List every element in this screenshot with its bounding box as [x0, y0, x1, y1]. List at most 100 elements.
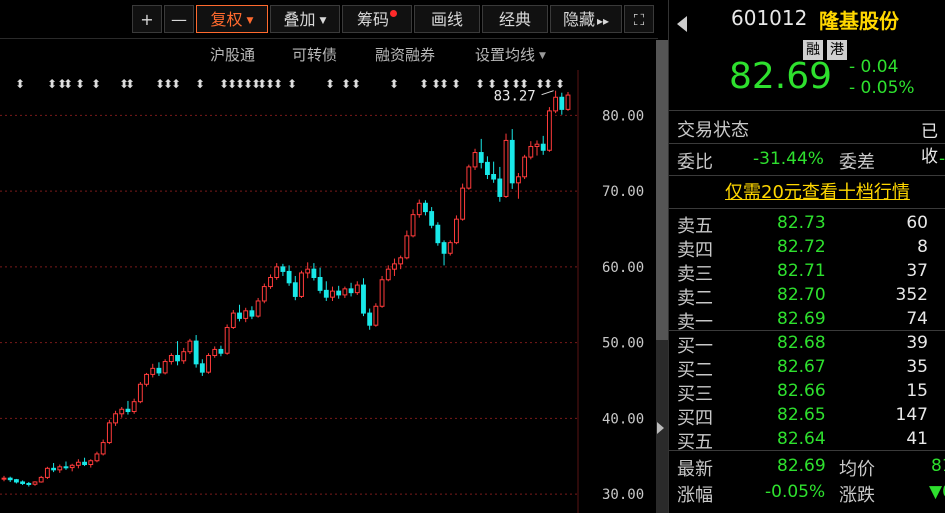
level-volume: 41: [906, 429, 928, 449]
sell-row[interactable]: 卖三 82.71 37: [669, 260, 945, 285]
pct-value: -0.05%: [765, 482, 826, 502]
candle-body: [466, 166, 472, 189]
level-price: 82.64: [777, 429, 826, 449]
fuquan-dropdown[interactable]: 复权 ▼: [196, 5, 268, 33]
hgt-link[interactable]: 沪股通: [210, 44, 255, 65]
zoom-out-button[interactable]: —: [164, 5, 194, 33]
weibi-label: 委比: [677, 152, 713, 173]
diejia-dropdown[interactable]: 叠加 ▼: [270, 5, 340, 33]
candle-body: [441, 242, 447, 254]
candle-body: [565, 94, 571, 110]
y-tick-label: 40.00: [602, 411, 644, 427]
candle-body: [398, 257, 404, 265]
level-price: 82.68: [777, 333, 826, 353]
buy-row[interactable]: 买五 82.64 41: [669, 428, 945, 453]
level-name: 卖三: [677, 264, 713, 285]
event-marker: ⬍: [475, 77, 485, 91]
candle-body: [503, 139, 509, 197]
expand-arrow-icon[interactable]: [657, 422, 664, 434]
event-marker: ⬍: [439, 77, 449, 91]
event-marker: ⬍: [75, 77, 85, 91]
buy-row[interactable]: 买一 82.68 39: [669, 332, 945, 357]
candle-body: [522, 156, 528, 178]
candle-body: [131, 401, 137, 413]
minus-icon: —: [171, 10, 187, 29]
yincang-button[interactable]: 隐藏 ▸▸: [550, 5, 622, 33]
candle-body: [38, 476, 44, 483]
event-marker: ⬍: [125, 77, 135, 91]
divider: [669, 330, 945, 331]
fullscreen-icon: ⛶: [633, 11, 645, 29]
level-name: 卖五: [677, 216, 713, 237]
candle-body: [7, 477, 13, 481]
ma-settings-dropdown[interactable]: 设置均线 ▼: [475, 44, 546, 65]
event-marker: ⬍: [47, 77, 57, 91]
zhangdie-value: ▼0: [929, 482, 945, 502]
buy-row[interactable]: 买三 82.66 15: [669, 380, 945, 405]
huaxian-label: 画线: [430, 10, 463, 29]
level-name: 买四: [677, 408, 713, 429]
event-marker: ⬍: [91, 77, 101, 91]
candle-body: [1, 477, 7, 480]
sell-row[interactable]: 卖四 82.72 8: [669, 236, 945, 261]
fullscreen-button[interactable]: ⛶: [624, 5, 654, 33]
candle-body: [534, 143, 540, 147]
quote-panel: 601012 隆基股份 融 港 82.69 - 0.04 - 0.05% 交易状…: [668, 0, 945, 513]
kzz-link[interactable]: 可转债: [292, 44, 337, 65]
y-tick-label: 50.00: [602, 336, 644, 352]
chart-subbar: 沪股通 可转债 融资融券 设置均线 ▼: [0, 42, 658, 68]
buy-row[interactable]: 买二 82.67 35: [669, 356, 945, 381]
candle-body: [286, 270, 292, 284]
candle-body: [268, 276, 273, 288]
sell-row[interactable]: 卖一 82.69 74: [669, 308, 945, 333]
back-arrow-icon[interactable]: [677, 16, 687, 32]
chart-scrollbar[interactable]: [656, 40, 668, 513]
candle-body: [472, 152, 478, 168]
ten-level-quote-link[interactable]: 仅需20元查看十档行情: [725, 178, 910, 204]
candle-body: [404, 235, 410, 259]
candle-body: [193, 340, 199, 365]
level-volume: 60: [906, 213, 928, 233]
event-marker: ⬍: [419, 77, 429, 91]
chart-toolbar: + — 复权 ▼ 叠加 ▼ 筹码 画线 经典 隐藏 ▸▸ ⛶: [0, 0, 658, 39]
level-price: 82.65: [777, 405, 826, 425]
candle-body: [94, 453, 100, 462]
candle-body: [342, 288, 348, 296]
trade-status-label: 交易状态: [677, 120, 749, 141]
avg-label: 均价: [839, 459, 875, 480]
divider: [669, 143, 945, 144]
chouma-button[interactable]: 筹码: [342, 5, 412, 33]
last-price: 82.69: [729, 56, 833, 97]
candle-body: [206, 354, 211, 373]
jingdian-button[interactable]: 经典: [482, 5, 548, 33]
level-volume: 15: [906, 381, 928, 401]
rzrq-link[interactable]: 融资融券: [375, 44, 435, 65]
high-pointer: [541, 90, 554, 96]
sell-row[interactable]: 卖五 82.73 60: [669, 212, 945, 237]
pct-label: 涨幅: [677, 485, 713, 506]
avg-value: 81: [931, 456, 945, 476]
candle-body: [237, 312, 242, 319]
candle-body: [75, 461, 81, 466]
candle-body: [528, 145, 534, 158]
candle-body: [292, 282, 298, 297]
candle-body: [168, 354, 174, 363]
chouma-label: 筹码: [356, 10, 389, 29]
buy-row[interactable]: 买四 82.65 147: [669, 404, 945, 429]
zhangdie-label: 涨跌: [839, 485, 875, 506]
sell-row[interactable]: 卖二 82.70 352: [669, 284, 945, 309]
candle-body: [410, 214, 416, 237]
level-price: 82.71: [777, 261, 826, 281]
candle-body: [330, 290, 335, 298]
candle-body: [361, 284, 366, 314]
zoom-in-button[interactable]: +: [132, 5, 162, 33]
level-name: 买三: [677, 384, 713, 405]
candlestick-chart[interactable]: 80.0070.0060.0050.0040.0030.00⬍ ⬍ ⬍⬍ ⬍ ⬍ ⬍⬍ ⬍⬍…: [0, 70, 656, 513]
scrollbar-thumb[interactable]: [656, 40, 668, 340]
yincang-label: 隐藏: [562, 10, 595, 29]
candle-body: [373, 305, 379, 326]
candle-body: [113, 413, 118, 424]
huaxian-button[interactable]: 画线: [414, 5, 480, 33]
event-marker: ⬍: [171, 77, 181, 91]
event-marker: ⬍: [451, 77, 461, 91]
